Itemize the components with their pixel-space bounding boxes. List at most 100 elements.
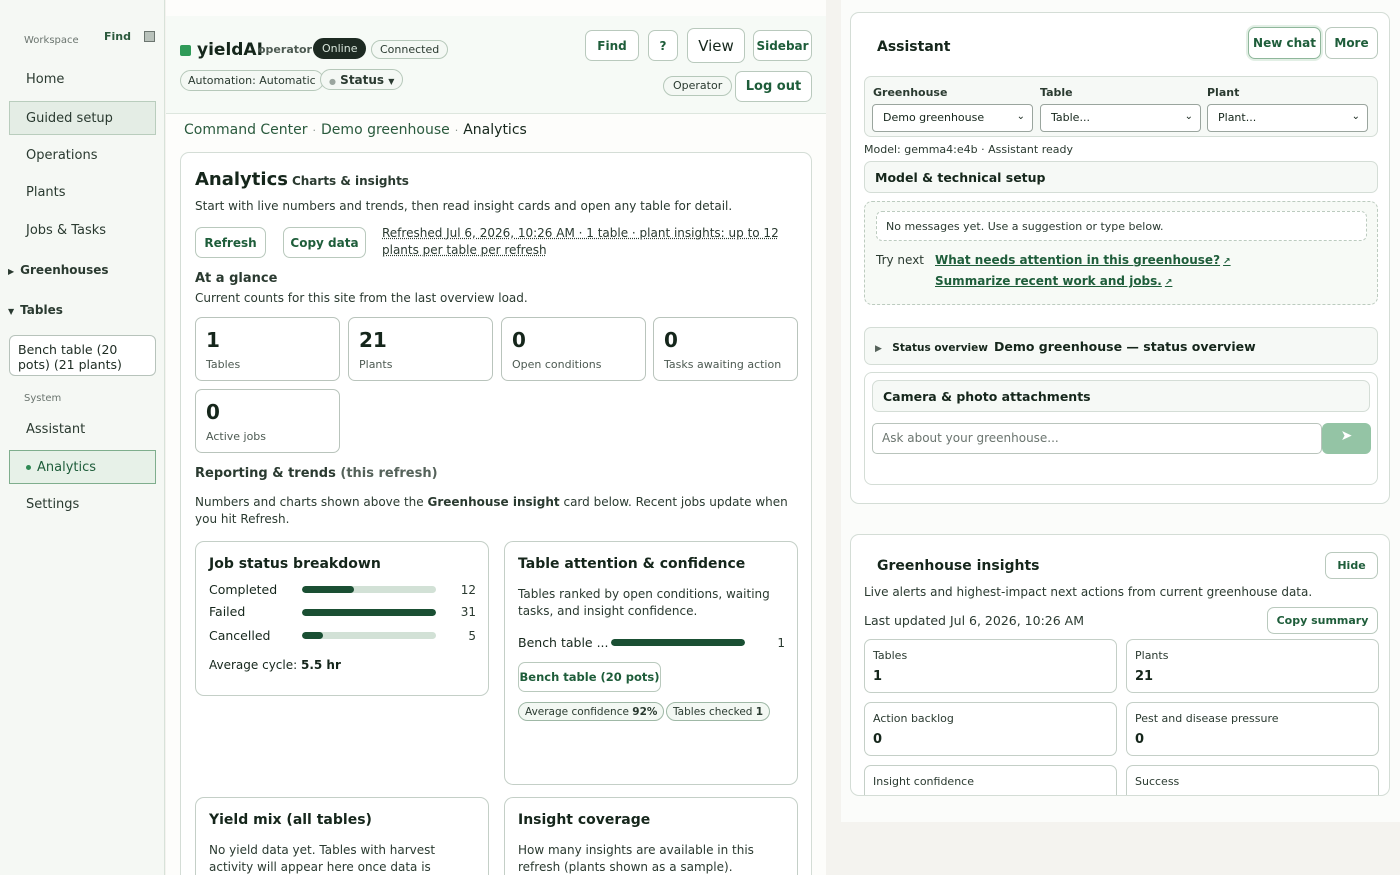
sidebar-table-card[interactable]: Bench table (20 pots) (21 plants) [9,335,156,376]
refresh-button[interactable]: Refresh [195,227,266,258]
glance-subtitle: Current counts for this site from the la… [195,291,528,305]
status-dropdown[interactable]: ● Status ▼ [320,69,404,90]
more-button[interactable]: More [1325,27,1378,59]
table-select[interactable]: Table... ⌄ [1040,104,1201,132]
sidebar: Workspace Find Home Guided setup Operati… [0,0,165,875]
sidebar-item-home[interactable]: Home [26,72,64,87]
sidebar-item-analytics[interactable]: Analytics [9,450,156,484]
job-row-label: Failed [209,604,246,619]
help-button[interactable]: ? [648,30,678,61]
stat-label: Tasks awaiting action [664,358,782,371]
insights-title: Greenhouse insights [877,558,1040,574]
greenhouse-select[interactable]: Demo greenhouse ⌄ [872,104,1033,132]
insights-description: Live alerts and highest-impact next acti… [864,585,1313,599]
sidebar-find-button[interactable]: Find [104,30,131,43]
table-attention-card: Table attention & confidence Tables rank… [504,541,798,785]
sidebar-item-jobs-tasks[interactable]: Jobs & Tasks [26,223,106,238]
sidebar-item-operations[interactable]: Operations [26,148,97,163]
logout-button[interactable]: Log out [735,71,812,102]
insight-stat-success: Success [1126,765,1379,795]
camera-attachments-toggle[interactable]: Camera & photo attachments [872,380,1370,412]
stat-label: Pest and disease pressure [1135,712,1279,725]
insight-stat-tables: Tables 1 [864,639,1117,693]
model-setup-toggle[interactable]: Model & technical setup [864,161,1378,193]
composer: Camera & photo attachments Ask about you… [864,372,1378,485]
connected-badge: Connected [371,40,449,59]
insights-panel: Greenhouse insights Hide Live alerts and… [850,534,1390,796]
reporting-title-text: Reporting & trends [195,466,336,481]
online-status-icon [180,45,191,56]
insights-last-updated: Last updated Jul 6, 2026, 10:26 AM [864,613,1085,628]
stat-label: Success [1135,775,1180,788]
sidebar-toggle-button[interactable]: Sidebar [753,30,812,61]
chevron-down-icon: ▼ [388,77,395,86]
chevron-down-icon: ⌄ [1351,111,1360,122]
group-label: Greenhouses [20,263,109,277]
main-content: yieldAI operator Online Connected Automa… [166,0,826,875]
page-subtitle: Charts & insights [291,174,409,188]
hide-insights-button[interactable]: Hide [1325,552,1378,579]
open-table-button[interactable]: Bench table (20 pots) [518,662,661,692]
view-button[interactable]: View [687,28,745,63]
card-title: Table attention & confidence [518,556,746,572]
copy-data-button[interactable]: Copy data [283,227,366,258]
sidebar-item-label: Analytics [37,460,97,475]
breadcrumb-greenhouse[interactable]: Demo greenhouse [321,122,450,138]
collapse-sidebar-icon[interactable] [144,31,155,42]
status-label: Status [340,73,385,87]
sidebar-item-label: Guided setup [26,111,113,126]
stat-value: 0 [1135,732,1145,747]
insight-stat-plants: Plants 21 [1126,639,1379,693]
greenhouse-label: Greenhouse [873,86,948,99]
stat-card-active-jobs: 0 Active jobs [195,389,340,453]
stat-value: 21 [359,328,387,352]
status-overview-label: Status overview [892,342,988,354]
job-row-label: Completed [209,582,278,597]
plant-label: Plant [1207,86,1240,99]
bar-fill [302,586,355,593]
top-bar: yieldAI operator Online Connected Automa… [166,16,826,114]
copy-summary-button[interactable]: Copy summary [1267,607,1378,634]
table-label: Table [1040,86,1073,99]
stat-label: Open conditions [512,358,602,371]
card-title: Yield mix (all tables) [209,812,372,828]
sidebar-item-guided-setup[interactable]: Guided setup [9,101,156,135]
chip-value: 92% [632,706,658,718]
reporting-paren: (this refresh) [340,466,438,481]
stat-label: Plants [1135,649,1169,662]
select-value: Table... [1051,111,1090,124]
stat-label: Action backlog [873,712,954,725]
average-cycle-label: Average cycle: [209,658,301,672]
new-chat-button[interactable]: New chat [1248,27,1321,59]
find-button[interactable]: Find [585,30,639,61]
sidebar-item-settings[interactable]: Settings [26,497,79,512]
status-overview-toggle[interactable]: ▶ Status overview Demo greenhouse — statu… [864,327,1378,365]
suggestion-link[interactable]: What needs attention in this greenhouse?… [935,253,1231,267]
sidebar-item-assistant[interactable]: Assistant [26,422,85,437]
stat-value: 1 [206,328,220,352]
reporting-desc-b: Greenhouse insight [427,495,560,509]
reporting-desc-a: Numbers and charts shown above the [195,495,428,509]
breadcrumb: Command Center · Demo greenhouse · Analytics [184,122,527,138]
breadcrumb-separator: · [454,124,459,137]
insight-coverage-card: Insight coverage How many insights are a… [504,797,798,875]
tables-checked-chip: Tables checked 1 [666,702,771,721]
online-badge: Online [313,38,367,59]
send-button[interactable]: ➤ [1322,423,1371,454]
active-dot-icon [26,465,31,470]
analytics-panel: Analytics Charts & insights Start with li… [180,152,812,875]
analytics-description: Start with live numbers and trends, then… [195,199,733,213]
refresh-note: Refreshed Jul 6, 2026, 10:26 AM · 1 tabl… [382,226,779,257]
job-status-card: Job status breakdown Completed 12 Failed… [195,541,489,696]
stat-value: 21 [1135,669,1154,684]
suggestion-link[interactable]: Summarize recent work and jobs. ↗ [935,274,1172,288]
breadcrumb-command-center[interactable]: Command Center [184,122,308,138]
sidebar-item-plants[interactable]: Plants [26,185,66,200]
chat-input[interactable]: Ask about your greenhouse... [872,423,1322,454]
operator-badge: Operator [663,76,733,96]
plant-select[interactable]: Plant... ⌄ [1207,104,1368,132]
external-link-icon: ↗ [1223,257,1231,267]
insight-stat-confidence: Insight confidence [864,765,1117,795]
sidebar-group-greenhouses[interactable]: ▶ Greenhouses [8,263,109,277]
sidebar-group-tables[interactable]: ▼ Tables [8,303,63,317]
